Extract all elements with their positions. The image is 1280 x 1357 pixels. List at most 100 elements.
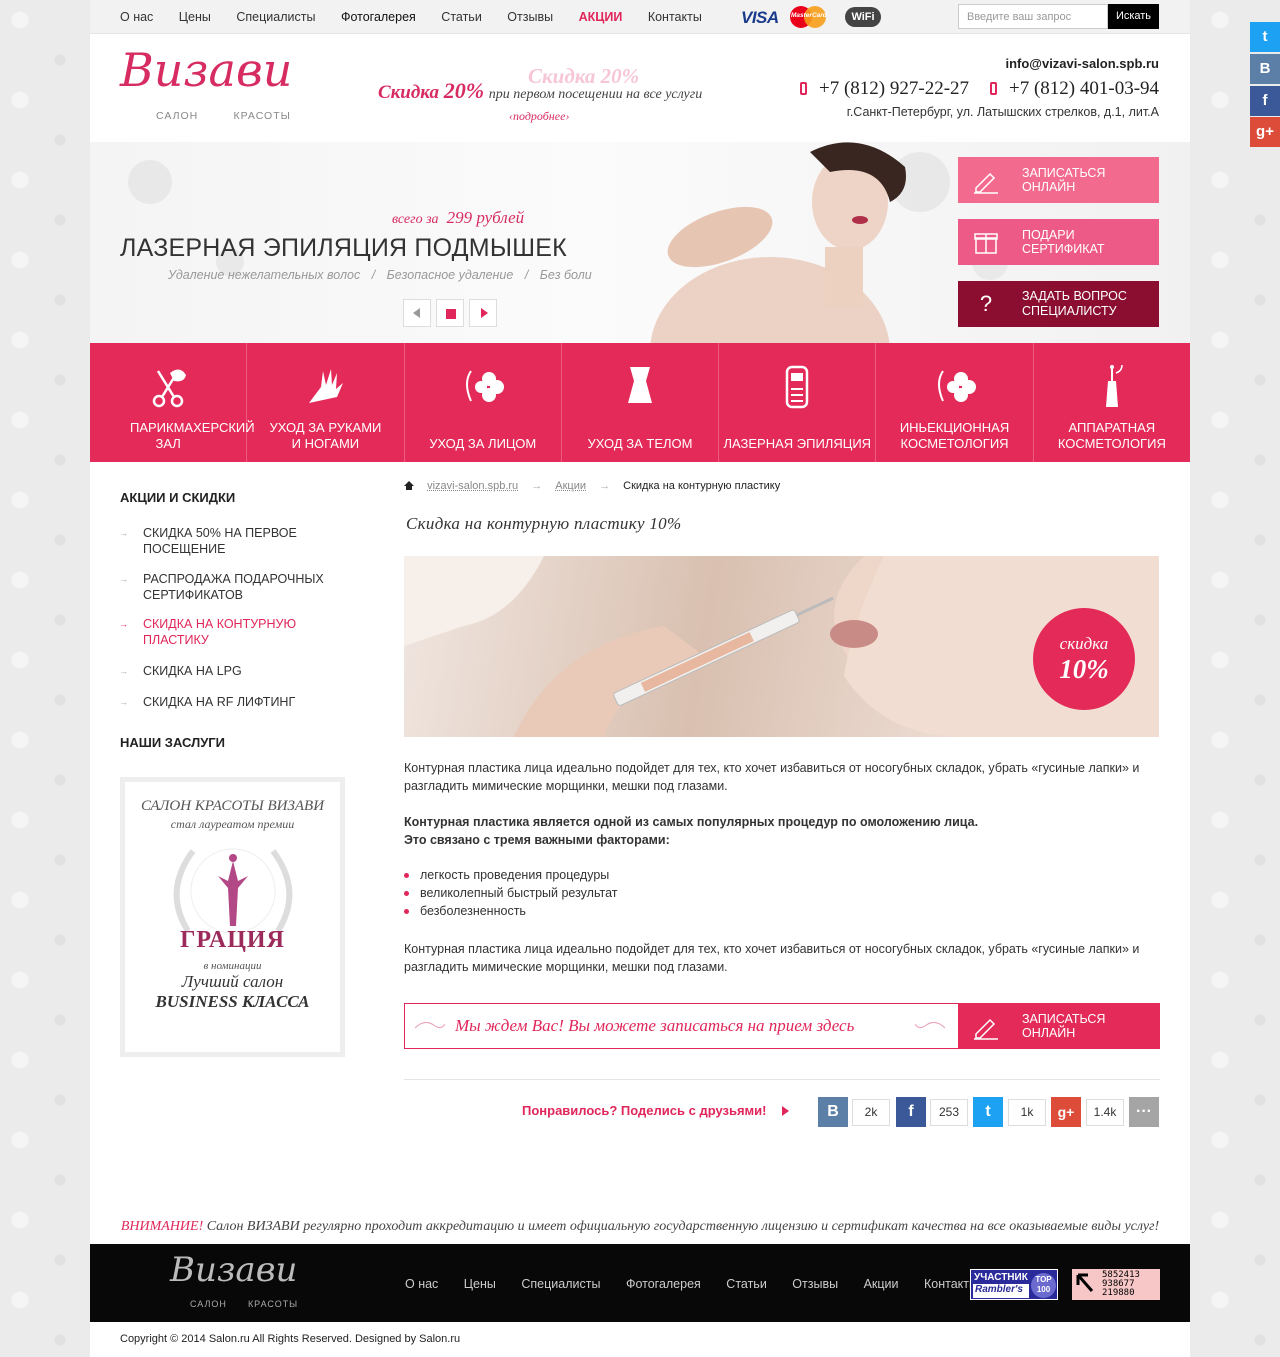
phone-2[interactable]: +7 (812) 401-03-94: [990, 78, 1159, 100]
category-body[interactable]: УХОД ЗА ТЕЛОМ: [562, 343, 720, 462]
flourish-icon: [414, 1018, 446, 1032]
category-face[interactable]: УХОД ЗА ЛИЦОМ: [405, 343, 562, 462]
gift-certificate-button[interactable]: ПОДАРИ СЕРТИФИКАТ: [958, 219, 1159, 265]
arrow-up-left-icon: [1076, 1273, 1096, 1295]
sidebar-item-rf[interactable]: Скидка на RF лифтинг: [119, 695, 295, 711]
nav-prices[interactable]: Цены: [179, 10, 211, 24]
pencil-icon: [972, 166, 1000, 194]
top-nav: О нас Цены Специалисты Фотогалерея Стать…: [120, 10, 724, 24]
face-flower-icon: [465, 370, 504, 402]
category-hands-feet[interactable]: УХОД ЗА РУКАМИ И НОГАМИ: [247, 343, 405, 462]
mobile-icon: [990, 82, 997, 95]
home-icon[interactable]: [404, 481, 414, 490]
twitter-icon: t: [985, 1103, 991, 1120]
side-vk-button[interactable]: В: [1250, 54, 1280, 84]
discount-badge: скидка 10%: [1033, 608, 1135, 710]
breadcrumb-home[interactable]: vizavi-salon.spb.ru: [427, 480, 518, 492]
breadcrumb: vizavi-salon.spb.ru → Акции → Скидка на …: [404, 480, 790, 492]
slider-next-button[interactable]: [469, 299, 497, 327]
hero-slider: всего за 299 рублей ЛАЗЕРНАЯ ЭПИЛЯЦИЯ ПОД…: [90, 142, 1190, 343]
footer: Визави салон красоты О нас Цены Специали…: [90, 1244, 1190, 1322]
sidebar-item-first-visit[interactable]: Скидка 50% на первое посещение: [119, 526, 303, 557]
side-googleplus-button[interactable]: g+: [1250, 117, 1280, 147]
slider-prev-button[interactable]: [403, 299, 431, 327]
list-item: безболезненность: [404, 904, 526, 918]
breadcrumb-section[interactable]: Акции: [555, 480, 586, 492]
share-twitter-button[interactable]: t: [973, 1097, 1003, 1127]
email-link[interactable]: info@vizavi-salon.spb.ru: [1005, 56, 1159, 71]
article-paragraph-2: Контурная пластика является одной из сам…: [404, 815, 979, 847]
flourish-icon: [914, 1018, 946, 1032]
share-more-button[interactable]: ···: [1129, 1097, 1159, 1127]
googleplus-icon: g+: [1057, 1104, 1075, 1120]
article-image: скидка 10%: [404, 556, 1159, 737]
copyright: Copyright © 2014 Salon.ru All Rights Res…: [120, 1333, 461, 1345]
footer-nav-reviews[interactable]: Отзывы: [792, 1277, 838, 1291]
sidebar-item-contour[interactable]: Скидка на контурную пластику: [119, 617, 313, 648]
award-badge: САЛОН КРАСОТЫ ВИЗАВИ стал лауреатом прем…: [120, 777, 345, 1057]
nav-reviews[interactable]: Отзывы: [507, 10, 553, 24]
footer-nav-promotions[interactable]: Акции: [864, 1277, 899, 1291]
nav-promotions[interactable]: АКЦИИ: [579, 10, 623, 24]
footer-nav-about[interactable]: О нас: [405, 1277, 438, 1291]
promo-more-link[interactable]: ‹подробнее›: [509, 109, 569, 124]
footer-nav-articles[interactable]: Статьи: [726, 1277, 767, 1291]
notice-bar: ВНИМАНИЕ! Салон ВИЗАВИ регулярно проходи…: [120, 1219, 1160, 1234]
facebook-icon: f: [908, 1103, 914, 1120]
phone-1[interactable]: +7 (812) 927-22-27: [800, 78, 969, 100]
ask-specialist-button[interactable]: ? ЗАДАТЬ ВОПРОС СПЕЦИАЛИСТУ: [958, 281, 1159, 327]
question-icon: ?: [979, 291, 993, 316]
category-apparatus[interactable]: АППАРАТНАЯ КОСМЕТОЛОГИЯ: [1034, 343, 1190, 462]
footer-nav-prices[interactable]: Цены: [464, 1277, 496, 1291]
arrow-right-icon: →: [531, 480, 543, 492]
face-flower-icon: [937, 370, 976, 402]
hands-icon: [309, 369, 344, 403]
book-online-button[interactable]: ЗАПИСАТЬСЯ ОНЛАЙН: [958, 157, 1159, 203]
facebook-icon: f: [1262, 92, 1268, 109]
arrow-right-icon: →: [599, 480, 611, 492]
nav-about[interactable]: О нас: [120, 10, 153, 24]
category-laser[interactable]: ЛАЗЕРНАЯ ЭПИЛЯЦИЯ: [719, 343, 877, 462]
share-prompt: Понравилось? Поделись с друзьями!: [522, 1103, 790, 1118]
category-hair[interactable]: ПАРИКМАХЕРСКИЙ ЗАЛ: [90, 343, 255, 462]
logo[interactable]: Визави салон красоты: [120, 42, 300, 128]
wifi-icon: WiFi: [845, 7, 881, 27]
footer-logo[interactable]: Визави салон красоты: [170, 1250, 300, 1316]
nav-articles[interactable]: Статьи: [441, 10, 482, 24]
side-facebook-button[interactable]: f: [1250, 86, 1280, 116]
breadcrumb-current: Скидка на контурную пластику: [623, 480, 781, 492]
model-photo: [650, 142, 906, 343]
slider-pause-button[interactable]: [436, 299, 464, 327]
mastercard-logo: MasterCard: [790, 6, 828, 28]
share-vk-button[interactable]: В: [818, 1097, 848, 1127]
sidebar-item-certificates[interactable]: Распродажа подарочных сертификатов: [119, 572, 333, 603]
laser-device-icon: [786, 365, 809, 409]
mobile-icon: [800, 82, 807, 95]
article-paragraph-1: Контурная пластика лица идеально подойде…: [404, 761, 1140, 793]
cta-book-online-button[interactable]: ЗАПИСАТЬСЯ ОНЛАЙН: [958, 1003, 1160, 1049]
cta-banner: Мы ждем Вас! Вы можете записаться на при…: [404, 1003, 1160, 1049]
stop-icon: [446, 309, 456, 319]
slide-price: всего за 299 рублей: [392, 208, 525, 227]
liveinternet-counter[interactable]: 5852413 938677 219880: [1072, 1269, 1160, 1300]
side-twitter-button[interactable]: t: [1250, 22, 1280, 52]
promo-banner[interactable]: Скидка 20% при первом посещении на все у…: [378, 78, 702, 104]
category-injection[interactable]: ИНЬЕКЦИОННАЯ КОСМЕТОЛОГИЯ: [876, 343, 1034, 462]
sidebar-item-lpg[interactable]: Скидка на LPG: [119, 664, 242, 680]
triangle-right-icon: [481, 308, 488, 318]
footer-nav-specialists[interactable]: Специалисты: [521, 1277, 600, 1291]
share-facebook-button[interactable]: f: [896, 1097, 926, 1127]
footer-nav-gallery[interactable]: Фотогалерея: [626, 1277, 701, 1291]
awards-heading: НАШИ ЗАСЛУГИ: [120, 735, 225, 750]
share-facebook-count: 253: [930, 1099, 968, 1126]
vk-icon: В: [1259, 60, 1271, 77]
nav-contacts[interactable]: Контакты: [648, 10, 702, 24]
nav-specialists[interactable]: Специалисты: [236, 10, 315, 24]
search-button[interactable]: Искать: [1108, 4, 1159, 29]
search-input[interactable]: Введите ваш запрос: [958, 4, 1108, 29]
rambler-counter[interactable]: УЧАСТНИК Rambler's TOP 100: [970, 1269, 1058, 1300]
nav-gallery[interactable]: Фотогалерея: [341, 10, 416, 24]
scissors-icon: [152, 369, 187, 408]
share-googleplus-button[interactable]: g+: [1051, 1097, 1081, 1127]
slide-subtitle: Удаление нежелательных волос / Безопасно…: [168, 268, 592, 282]
